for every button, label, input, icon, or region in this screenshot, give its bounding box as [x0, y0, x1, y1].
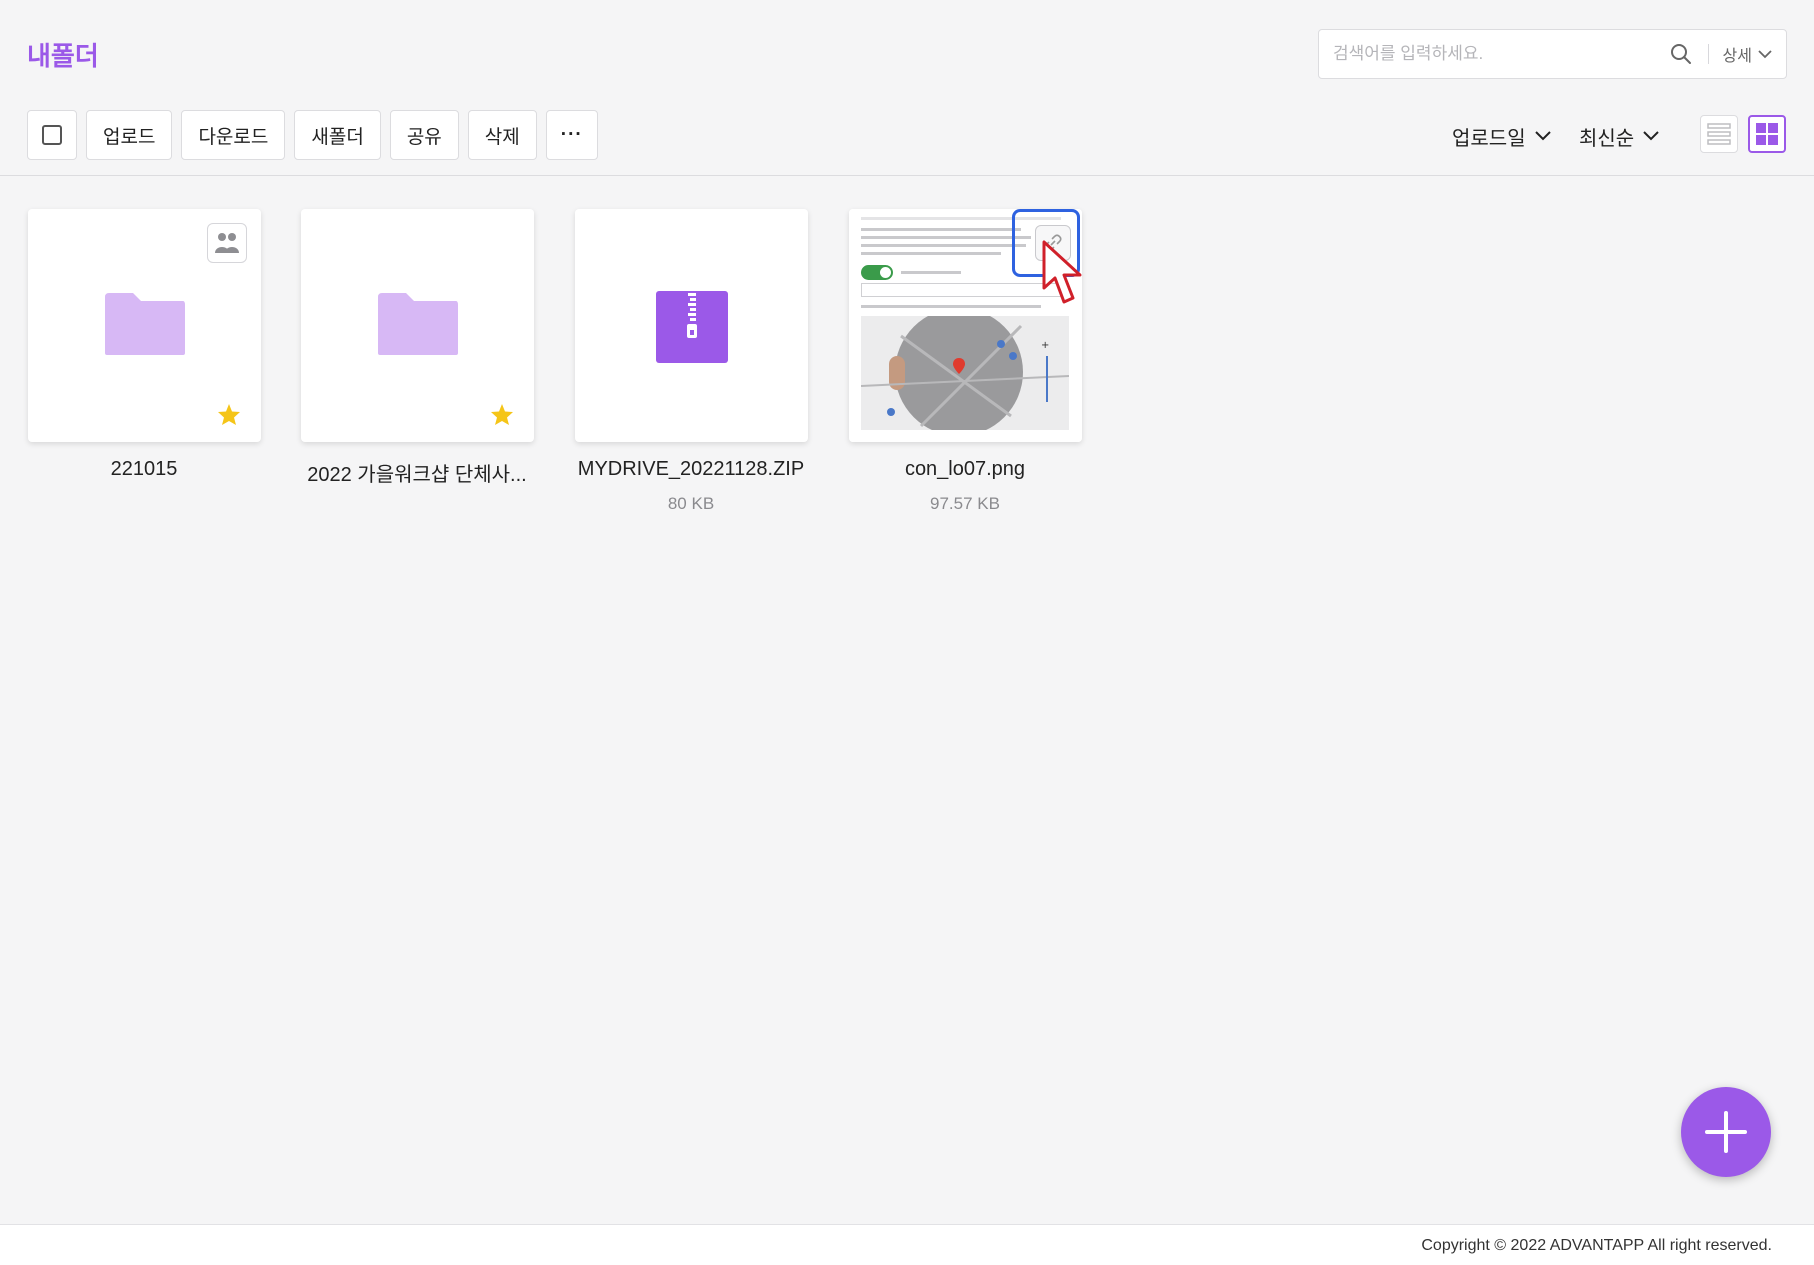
new-folder-button[interactable]: 새폴더	[294, 110, 381, 160]
thumb-toggle	[861, 265, 893, 280]
list-view-button[interactable]	[1700, 115, 1738, 153]
file-name: 221015	[110, 458, 178, 480]
file-card-folder[interactable]	[301, 209, 534, 442]
file-name: MYDRIVE_20221128.ZIP	[577, 458, 805, 480]
sort-order-label: 최신순	[1579, 127, 1635, 150]
thumb-input	[861, 283, 1069, 297]
header-divider	[0, 175, 1814, 176]
folder-icon	[378, 293, 458, 355]
thumb-map: +	[861, 316, 1069, 430]
search-icon[interactable]	[1668, 41, 1694, 67]
toolbar: 업로드 다운로드 새폴더 공유 삭제 ···	[27, 110, 598, 160]
file-card-zip[interactable]	[575, 209, 808, 442]
sort-field-dropdown[interactable]: 업로드일	[1452, 116, 1552, 156]
more-button[interactable]: ···	[545, 110, 598, 160]
chevron-down-icon	[1642, 130, 1660, 142]
zip-file-icon	[656, 291, 728, 363]
file-card-folder[interactable]	[28, 209, 261, 442]
copyright-text: Copyright © 2022 ADVANTAPP All right res…	[1421, 1237, 1772, 1254]
share-button[interactable]: 공유	[389, 110, 459, 160]
file-name: 2022 가을워크샵 단체사...	[307, 464, 527, 486]
file-size: 97.57 KB	[930, 494, 1000, 513]
star-icon	[491, 404, 513, 425]
grid-view-button[interactable]	[1748, 115, 1786, 153]
download-button[interactable]: 다운로드	[181, 110, 286, 160]
link-icon	[1044, 234, 1062, 252]
svg-text:+: +	[1041, 340, 1049, 351]
folder-icon	[105, 293, 185, 355]
detail-search-label: 상세	[1722, 48, 1752, 65]
upload-button[interactable]: 업로드	[86, 110, 173, 160]
chevron-down-icon	[1534, 130, 1552, 142]
copy-link-button[interactable]	[1035, 225, 1071, 261]
detail-search-button[interactable]: 상세	[1723, 42, 1772, 66]
select-all-checkbox[interactable]	[27, 110, 77, 160]
delete-button[interactable]: 삭제	[467, 110, 537, 160]
star-icon	[218, 404, 240, 425]
plus-icon	[1705, 1111, 1747, 1153]
checkbox-box	[42, 125, 62, 145]
add-fab-button[interactable]	[1681, 1087, 1771, 1177]
sort-order-dropdown[interactable]: 최신순	[1579, 116, 1660, 156]
sort-field-label: 업로드일	[1452, 127, 1526, 150]
grid-view-icon	[1756, 123, 1778, 145]
footer: Copyright © 2022 ADVANTAPP All right res…	[0, 1224, 1814, 1265]
shared-users-icon	[207, 223, 247, 263]
app-root: 내폴더 상세 업로드 다운로드 새폴더 공유 삭제 ··· 업로드일 최신순	[0, 0, 1814, 1265]
file-card-image[interactable]: +	[849, 209, 1082, 442]
search-divider	[1707, 44, 1709, 64]
chevron-down-icon	[1758, 50, 1772, 59]
list-view-icon	[1707, 123, 1731, 145]
page-title: 내폴더	[27, 41, 99, 71]
search-input[interactable]	[1319, 30, 1668, 78]
search-box: 상세	[1318, 29, 1787, 79]
file-name: con_lo07.png	[904, 458, 1026, 480]
file-size: 80 KB	[667, 494, 715, 513]
